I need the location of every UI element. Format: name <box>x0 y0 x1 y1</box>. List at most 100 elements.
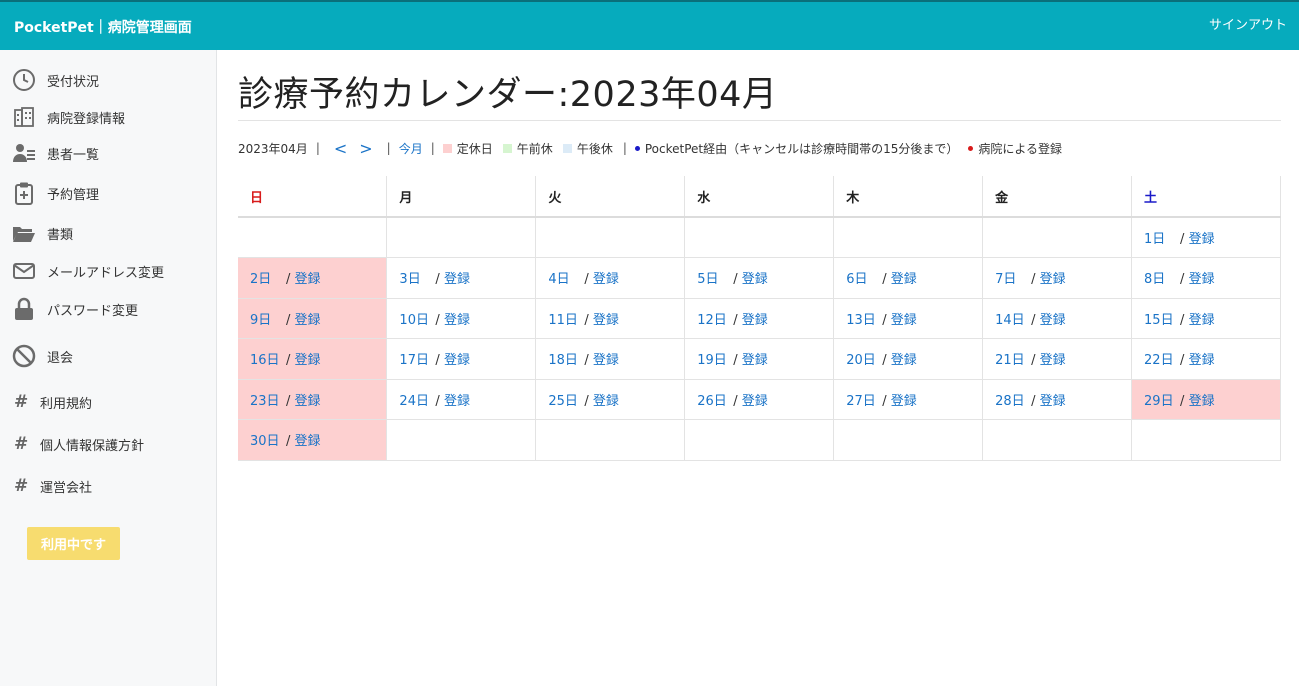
day-separator: / <box>733 353 738 369</box>
register-link[interactable]: 登録 <box>295 272 321 287</box>
sidebar-item-documents[interactable]: 書類 <box>0 218 216 248</box>
sidebar-item-withdraw[interactable]: 退会 <box>0 341 216 371</box>
day-number-link[interactable]: 13日 <box>846 309 878 328</box>
register-link[interactable]: 登録 <box>295 434 321 449</box>
register-link[interactable]: 登録 <box>742 313 768 328</box>
day-number-link[interactable]: 23日 <box>250 390 282 409</box>
day-number-link[interactable]: 7日 <box>995 268 1027 287</box>
register-link[interactable]: 登録 <box>742 394 768 409</box>
day-number-link[interactable]: 8日 <box>1144 268 1176 287</box>
calendar-empty-cell <box>982 217 1133 258</box>
sidebar-item-reservations[interactable]: 予約管理 <box>0 178 216 208</box>
day-number-link[interactable]: 3日 <box>399 268 431 287</box>
day-separator: / <box>882 272 887 288</box>
day-separator: / <box>1031 312 1036 328</box>
register-link[interactable]: 登録 <box>593 394 619 409</box>
register-link[interactable]: 登録 <box>1040 313 1066 328</box>
day-number-link[interactable]: 6日 <box>846 268 878 287</box>
day-separator: / <box>286 312 291 328</box>
sidebar-item-patients[interactable]: 患者一覧 <box>0 138 216 168</box>
register-link[interactable]: 登録 <box>444 272 470 287</box>
day-number-link[interactable]: 15日 <box>1144 309 1176 328</box>
day-number-link[interactable]: 2日 <box>250 268 282 287</box>
day-number-link[interactable]: 21日 <box>995 349 1027 368</box>
calendar-day-cell: 10日 / 登録 <box>386 298 537 339</box>
day-number-link[interactable]: 11日 <box>548 309 580 328</box>
register-link[interactable]: 登録 <box>891 353 917 368</box>
sidebar-item-hospital-info[interactable]: 病院登録情報 <box>0 102 216 132</box>
day-number-link[interactable]: 17日 <box>399 349 431 368</box>
day-number-link[interactable]: 19日 <box>697 349 729 368</box>
sidebar-link-terms[interactable]: # 利用規約 <box>0 387 216 417</box>
legend-closed-label: 定休日 <box>456 141 493 156</box>
register-link[interactable]: 登録 <box>742 353 768 368</box>
register-link[interactable]: 登録 <box>593 272 619 287</box>
register-link[interactable]: 登録 <box>1189 232 1215 247</box>
weekday-sunday: 日 <box>238 176 388 218</box>
day-number-link[interactable]: 24日 <box>399 390 431 409</box>
folder-open-icon <box>12 221 36 245</box>
register-link[interactable]: 登録 <box>593 313 619 328</box>
prev-month-button[interactable]: < <box>334 139 347 158</box>
day-number-link[interactable]: 20日 <box>846 349 878 368</box>
pocketpet-dot-icon <box>634 145 640 151</box>
register-link[interactable]: 登録 <box>295 394 321 409</box>
day-number-link[interactable]: 30日 <box>250 430 282 449</box>
sidebar-item-password-change[interactable]: パスワード変更 <box>0 294 216 324</box>
day-number-link[interactable]: 16日 <box>250 349 282 368</box>
this-month-link[interactable]: 今月 <box>399 140 423 157</box>
register-link[interactable]: 登録 <box>295 353 321 368</box>
register-link[interactable]: 登録 <box>295 313 321 328</box>
register-link[interactable]: 登録 <box>1040 272 1066 287</box>
day-number-link[interactable]: 25日 <box>548 390 580 409</box>
next-month-button[interactable]: > <box>359 139 372 158</box>
register-link[interactable]: 登録 <box>444 353 470 368</box>
day-number-link[interactable]: 26日 <box>697 390 729 409</box>
day-number-link[interactable]: 10日 <box>399 309 431 328</box>
day-number-link[interactable]: 27日 <box>846 390 878 409</box>
register-link[interactable]: 登録 <box>593 353 619 368</box>
signout-link[interactable]: サインアウト <box>1209 14 1287 33</box>
calendar-empty-cell <box>386 419 537 461</box>
register-link[interactable]: 登録 <box>1189 272 1215 287</box>
day-number-link[interactable]: 5日 <box>697 268 729 287</box>
day-separator: / <box>435 353 440 369</box>
clock-icon <box>12 68 36 92</box>
register-link[interactable]: 登録 <box>891 313 917 328</box>
register-link[interactable]: 登録 <box>444 394 470 409</box>
day-number-link[interactable]: 28日 <box>995 390 1027 409</box>
day-number-link[interactable]: 4日 <box>548 268 580 287</box>
calendar-week-row: 2日 / 登録 3日 / 登録 4日 / 登録 5日 / 登録 6日 / 登録 7日 / 登録 8日 / … <box>238 257 1281 299</box>
sidebar-item-label: メールアドレス変更 <box>47 265 165 281</box>
sidebar-item-label: 病院登録情報 <box>47 111 126 127</box>
day-number-link[interactable]: 18日 <box>548 349 580 368</box>
register-link[interactable]: 登録 <box>444 313 470 328</box>
sidebar-link-company[interactable]: # 運営会社 <box>0 471 216 501</box>
day-number-link[interactable]: 22日 <box>1144 349 1176 368</box>
sidebar-item-reception[interactable]: 受付状況 <box>0 65 216 95</box>
day-number-link[interactable]: 9日 <box>250 309 282 328</box>
day-separator: / <box>733 393 738 409</box>
sidebar-link-privacy[interactable]: # 個人情報保護方針 <box>0 429 216 459</box>
register-link[interactable]: 登録 <box>1189 353 1215 368</box>
register-link[interactable]: 登録 <box>891 272 917 287</box>
day-number-link[interactable]: 29日 <box>1144 390 1176 409</box>
day-separator: / <box>1031 393 1036 409</box>
day-separator: / <box>435 272 440 288</box>
register-link[interactable]: 登録 <box>742 272 768 287</box>
register-link[interactable]: 登録 <box>1189 313 1215 328</box>
sidebar-item-email-change[interactable]: メールアドレス変更 <box>0 256 216 286</box>
day-number-link[interactable]: 12日 <box>697 309 729 328</box>
calendar-day-cell: 17日 / 登録 <box>386 338 537 380</box>
register-link[interactable]: 登録 <box>891 394 917 409</box>
day-number-link[interactable]: 14日 <box>995 309 1027 328</box>
register-link[interactable]: 登録 <box>1189 394 1215 409</box>
calendar-empty-cell <box>833 217 984 258</box>
legend-closed: 定休日 <box>442 140 493 157</box>
register-link[interactable]: 登録 <box>1040 394 1066 409</box>
calendar-day-cell: 13日 / 登録 <box>833 298 984 339</box>
day-number-link[interactable]: 1日 <box>1144 228 1176 247</box>
register-link[interactable]: 登録 <box>1040 353 1066 368</box>
day-separator: / <box>435 393 440 409</box>
calendar-week-row: 16日 / 登録 17日 / 登録 18日 / 登録 19日 / 登録 20日 / 登録 21日 / … <box>238 338 1281 380</box>
